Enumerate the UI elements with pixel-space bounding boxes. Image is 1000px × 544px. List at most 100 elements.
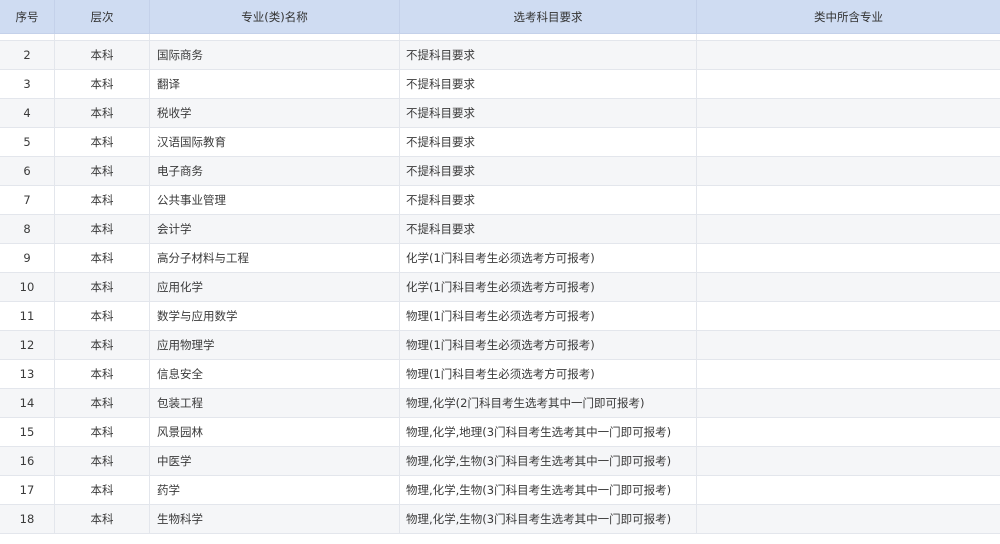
row-level: 本科 (55, 244, 150, 272)
row-major-name: 信息安全 (150, 360, 400, 388)
header-major[interactable]: 专业(类)名称 (150, 0, 400, 33)
row-major-name: 电子商务 (150, 157, 400, 185)
table-row[interactable]: 12 本科 应用物理学 物理(1门科目考生必须选考方可报考) (0, 331, 1000, 360)
header-level[interactable]: 层次 (55, 0, 150, 33)
row-level: 本科 (55, 157, 150, 185)
row-index: 6 (0, 157, 55, 185)
row-level: 本科 (55, 99, 150, 127)
table-row[interactable]: 4 本科 税收学 不提科目要求 (0, 99, 1000, 128)
row-major-name: 汉语国际教育 (150, 128, 400, 156)
row-sub-majors (697, 302, 1000, 330)
row-level: 本科 (55, 447, 150, 475)
row-major-name: 应用物理学 (150, 331, 400, 359)
row-index: 12 (0, 331, 55, 359)
subject-requirement-table: 序号 层次 专业(类)名称 选考科目要求 类中所含专业 2 本科 国际商务 不提科目要… (0, 0, 1000, 544)
row-subject-requirement: 不提科目要求 (400, 128, 697, 156)
row-major-name: 数学与应用数学 (150, 302, 400, 330)
row-major-name: 生物科学 (150, 505, 400, 533)
row-index: 17 (0, 476, 55, 504)
row-subject-requirement: 物理(1门科目考生必须选考方可报考) (400, 360, 697, 388)
row-major-name: 公共事业管理 (150, 186, 400, 214)
row-major-name: 应用化学 (150, 273, 400, 301)
row-level: 本科 (55, 476, 150, 504)
row-index: 7 (0, 186, 55, 214)
row-sub-majors (697, 331, 1000, 359)
table-row[interactable]: 17 本科 药学 物理,化学,生物(3门科目考生选考其中一门即可报考) (0, 476, 1000, 505)
row-index: 16 (0, 447, 55, 475)
row-sub-majors (697, 389, 1000, 417)
row-sub-majors (697, 157, 1000, 185)
row-level: 本科 (55, 128, 150, 156)
row-level: 本科 (55, 505, 150, 533)
row-index: 13 (0, 360, 55, 388)
row-subject-requirement: 不提科目要求 (400, 41, 697, 69)
row-major-name: 会计学 (150, 215, 400, 243)
row-major-name: 税收学 (150, 99, 400, 127)
row-sub-majors (697, 476, 1000, 504)
table-row[interactable]: 3 本科 翻译 不提科目要求 (0, 70, 1000, 99)
table-row[interactable]: 7 本科 公共事业管理 不提科目要求 (0, 186, 1000, 215)
row-sub-majors (697, 360, 1000, 388)
row-index: 18 (0, 505, 55, 533)
table-rows: 2 本科 国际商务 不提科目要求 3 本科 翻译 不提科目要求 4 本科 税收学 不提科目要求 5 本科汉… (0, 41, 1000, 534)
row-subject-requirement: 物理,化学,生物(3门科目考生选考其中一门即可报考) (400, 447, 697, 475)
row-subject-requirement: 不提科目要求 (400, 215, 697, 243)
table-row[interactable]: 6 本科 电子商务 不提科目要求 (0, 157, 1000, 186)
row-sub-majors (697, 418, 1000, 446)
table-row[interactable]: 11 本科 数学与应用数学 物理(1门科目考生必须选考方可报考) (0, 302, 1000, 331)
row-subject-requirement: 物理,化学(2门科目考生选考其中一门即可报考) (400, 389, 697, 417)
row-sub-majors (697, 273, 1000, 301)
row-sub-majors (697, 128, 1000, 156)
table-row[interactable]: 10 本科 应用化学 化学(1门科目考生必须选考方可报考) (0, 273, 1000, 302)
row-subject-requirement: 不提科目要求 (400, 157, 697, 185)
table-row[interactable]: 13 本科 信息安全 物理(1门科目考生必须选考方可报考) (0, 360, 1000, 389)
row-index: 4 (0, 99, 55, 127)
row-index: 14 (0, 389, 55, 417)
row-sub-majors (697, 186, 1000, 214)
row-subject-requirement: 化学(1门科目考生必须选考方可报考) (400, 244, 697, 272)
row-level: 本科 (55, 70, 150, 98)
row-level: 本科 (55, 389, 150, 417)
table-row[interactable]: 2 本科 国际商务 不提科目要求 (0, 41, 1000, 70)
row-major-name: 翻译 (150, 70, 400, 98)
row-major-name: 包装工程 (150, 389, 400, 417)
table-row[interactable]: 18 本科 生物科学 物理,化学,生物(3门科目考生选考其中一门即可报考) (0, 505, 1000, 534)
row-major-name: 国际商务 (150, 41, 400, 69)
row-index: 3 (0, 70, 55, 98)
header-index[interactable]: 序号 (0, 0, 55, 33)
row-sub-majors (697, 505, 1000, 533)
row-level: 本科 (55, 186, 150, 214)
row-sub-majors (697, 447, 1000, 475)
row-index: 11 (0, 302, 55, 330)
row-index: 15 (0, 418, 55, 446)
table-row[interactable]: 9 本科 高分子材料与工程 化学(1门科目考生必须选考方可报考) (0, 244, 1000, 273)
row-level: 本科 (55, 215, 150, 243)
row-subject-requirement: 物理,化学,地理(3门科目考生选考其中一门即可报考) (400, 418, 697, 446)
header-sub-majors[interactable]: 类中所含专业 (697, 0, 1000, 33)
header-requirement[interactable]: 选考科目要求 (400, 0, 697, 33)
row-index: 5 (0, 128, 55, 156)
row-level: 本科 (55, 418, 150, 446)
row-subject-requirement: 物理,化学,生物(3门科目考生选考其中一门即可报考) (400, 505, 697, 533)
table-row[interactable]: 16 本科 中医学 物理,化学,生物(3门科目考生选考其中一门即可报考) (0, 447, 1000, 476)
row-level: 本科 (55, 41, 150, 69)
row-subject-requirement: 物理,化学,生物(3门科目考生选考其中一门即可报考) (400, 476, 697, 504)
row-subject-requirement: 不提科目要求 (400, 99, 697, 127)
row-subject-requirement: 不提科目要求 (400, 70, 697, 98)
row-subject-requirement: 不提科目要求 (400, 186, 697, 214)
row-level: 本科 (55, 331, 150, 359)
table-row[interactable]: 8 本科 会计学 不提科目要求 (0, 215, 1000, 244)
row-level: 本科 (55, 302, 150, 330)
row-major-name: 药学 (150, 476, 400, 504)
row-subject-requirement: 化学(1门科目考生必须选考方可报考) (400, 273, 697, 301)
table-row[interactable]: 5 本科 汉语国际教育 不提科目要求 (0, 128, 1000, 157)
row-index: 2 (0, 41, 55, 69)
row-index: 10 (0, 273, 55, 301)
row-index: 8 (0, 215, 55, 243)
row-sub-majors (697, 99, 1000, 127)
row-sub-majors (697, 41, 1000, 69)
table-body: 2 本科 国际商务 不提科目要求 3 本科 翻译 不提科目要求 4 本科 税收学 不提科目要求 5 本科汉… (0, 0, 1000, 534)
table-row[interactable]: 14 本科 包装工程 物理,化学(2门科目考生选考其中一门即可报考) (0, 389, 1000, 418)
row-major-name: 风景园林 (150, 418, 400, 446)
table-row[interactable]: 15 本科 风景园林 物理,化学,地理(3门科目考生选考其中一门即可报考) (0, 418, 1000, 447)
